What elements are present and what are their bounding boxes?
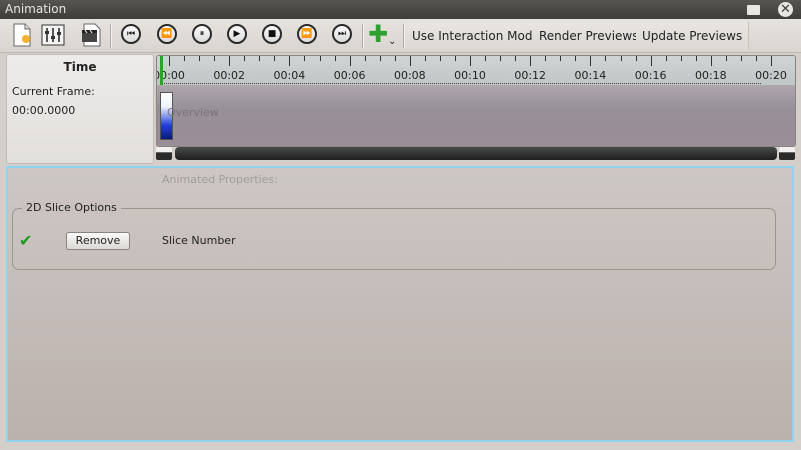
use-interaction-mode-button[interactable]: Use Interaction Mode xyxy=(406,22,547,50)
scrollbar-track[interactable] xyxy=(175,147,777,160)
slice-options-group: 2D Slice Options ✔ Remove Slice Number xyxy=(12,201,776,270)
minor-tick xyxy=(545,56,547,61)
fast-forward-icon[interactable]: ⏩ xyxy=(297,24,317,44)
new-scene-icon[interactable] xyxy=(10,23,34,47)
title-bar: Animation ✕ xyxy=(0,0,801,19)
group-title: 2D Slice Options xyxy=(22,201,121,214)
toolbar-separator xyxy=(110,24,112,48)
overview-label: Overview xyxy=(167,106,219,119)
render-previews-button[interactable]: Render Previews xyxy=(533,22,646,50)
major-tick xyxy=(650,56,652,66)
major-tick xyxy=(470,56,471,66)
stop-icon[interactable]: ■ xyxy=(262,24,282,44)
tick-label: 00:04 xyxy=(273,69,306,82)
minor-tick xyxy=(439,56,441,61)
major-tick xyxy=(409,56,411,66)
timeline-scrollbar[interactable] xyxy=(156,147,796,161)
minor-tick xyxy=(560,56,562,61)
tick-label: 00:08 xyxy=(393,69,426,82)
play-icon[interactable]: ▶ xyxy=(227,24,247,44)
current-frame-value: 00:00.0000 xyxy=(12,104,76,117)
rewind-icon[interactable]: ⏪ xyxy=(157,24,177,44)
toolbar-separator xyxy=(403,24,405,48)
major-tick xyxy=(349,56,351,66)
minor-tick xyxy=(755,56,757,61)
minor-tick xyxy=(304,56,306,61)
tick-label: 00:12 xyxy=(514,69,547,82)
minor-tick xyxy=(319,56,321,61)
minor-tick xyxy=(259,56,261,61)
minor-tick xyxy=(394,56,396,61)
major-tick xyxy=(771,56,772,66)
window-title: Animation xyxy=(5,2,67,16)
time-settings-icon[interactable] xyxy=(41,23,65,47)
go-first-icon[interactable]: ⏮ xyxy=(121,24,141,44)
major-tick xyxy=(169,56,170,66)
minor-tick xyxy=(740,56,742,61)
ruler-baseline xyxy=(161,83,761,84)
plus-icon: ✚ xyxy=(368,20,389,48)
pause-icon[interactable]: ⏸ xyxy=(192,24,212,44)
minimize-button[interactable] xyxy=(747,5,760,15)
minor-tick xyxy=(454,56,456,61)
toolbar: ⏮ ⏪ ⏸ ▶ ■ ⏩ ⏭ ✚ ⌄ Use Interaction Mode R… xyxy=(0,19,801,53)
chevron-down-icon: ⌄ xyxy=(388,36,397,47)
minor-tick xyxy=(485,56,487,61)
major-tick xyxy=(710,56,712,66)
movie-export-icon[interactable] xyxy=(79,23,103,47)
minor-tick xyxy=(620,56,622,61)
minor-tick xyxy=(244,56,246,61)
current-frame-label: Current Frame: xyxy=(12,85,95,98)
add-property-button[interactable]: ✚ ⌄ xyxy=(368,21,400,51)
minor-tick xyxy=(575,56,577,61)
tick-label: 00:16 xyxy=(634,69,667,82)
minor-tick xyxy=(500,56,502,61)
animated-properties-panel: Animated Properties: 2D Slice Options ✔ … xyxy=(6,166,794,442)
tick-label: 00:10 xyxy=(454,69,486,82)
minor-tick xyxy=(214,56,216,61)
minor-tick xyxy=(680,56,682,61)
close-button[interactable]: ✕ xyxy=(778,2,793,17)
minor-tick xyxy=(424,56,426,61)
minor-tick xyxy=(274,56,276,61)
minor-tick xyxy=(364,56,366,61)
major-tick xyxy=(229,56,231,66)
time-ruler[interactable]: 00:00 00:02 00:04 00:06 00:08 00:10 00:12 00:14… xyxy=(157,56,795,85)
slice-number-label: Slice Number xyxy=(162,234,236,247)
minor-tick xyxy=(199,56,201,61)
minor-tick xyxy=(665,56,667,61)
animated-properties-header: Animated Properties: xyxy=(162,173,278,186)
update-previews-button[interactable]: Update Previews xyxy=(636,22,750,50)
minor-tick xyxy=(379,56,381,61)
tick-label: 00:02 xyxy=(213,69,246,82)
enable-checkbox[interactable]: ✔ xyxy=(19,233,35,249)
time-panel: Time Current Frame: 00:00.0000 xyxy=(6,54,154,164)
major-tick xyxy=(289,56,291,66)
toolbar-separator xyxy=(362,24,364,48)
minor-tick xyxy=(605,56,607,61)
timeline[interactable]: 00:00 00:02 00:04 00:06 00:08 00:10 00:12 00:14… xyxy=(156,55,796,147)
tick-label: 00:18 xyxy=(694,69,727,82)
time-header: Time xyxy=(63,60,97,74)
tick-label: 00:20 xyxy=(755,69,787,82)
remove-button[interactable]: Remove xyxy=(66,232,130,250)
minor-tick xyxy=(695,56,697,61)
tick-label: 00:06 xyxy=(333,69,366,82)
minor-tick xyxy=(334,56,336,61)
major-tick xyxy=(530,56,532,66)
time-cursor[interactable] xyxy=(160,56,163,85)
scroll-left-button[interactable] xyxy=(156,147,172,160)
minor-tick xyxy=(184,56,186,61)
major-tick xyxy=(590,56,592,66)
go-last-icon[interactable]: ⏭ xyxy=(332,24,352,44)
minor-tick xyxy=(725,56,727,61)
scroll-right-button[interactable] xyxy=(779,147,795,160)
minor-tick xyxy=(515,56,517,61)
minor-tick xyxy=(635,56,637,61)
tick-label: 00:14 xyxy=(574,69,607,82)
